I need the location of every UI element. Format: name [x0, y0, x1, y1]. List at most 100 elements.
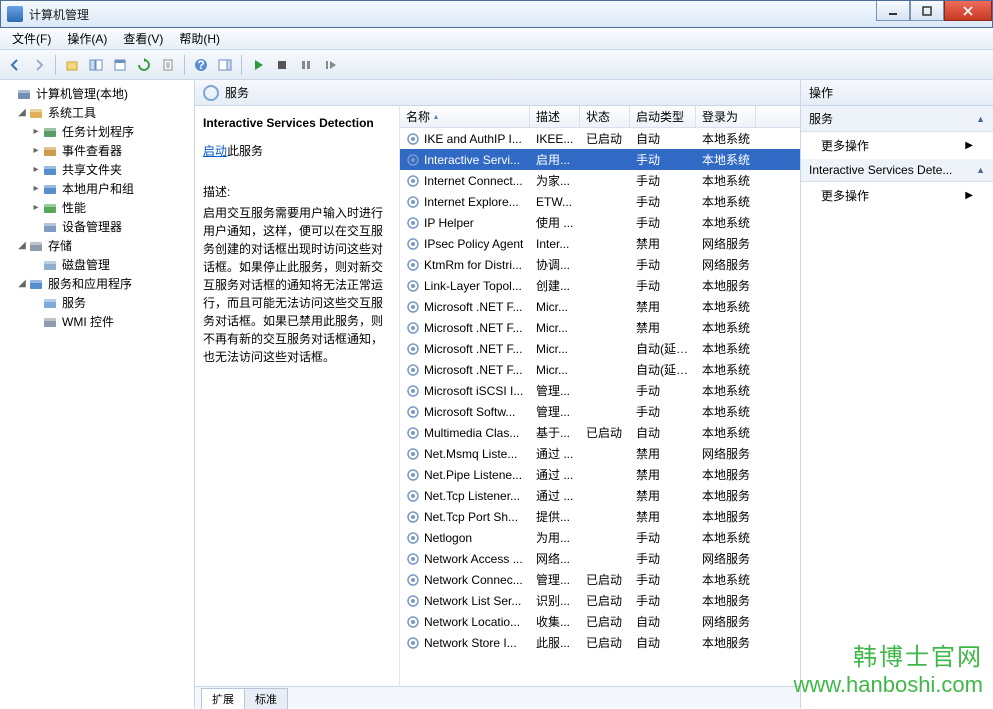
service-row[interactable]: Link-Layer Topol... 创建... 手动 本地服务 — [400, 275, 800, 296]
clock-icon — [42, 124, 58, 140]
action-item[interactable]: 更多操作▶ — [801, 132, 993, 159]
service-status — [580, 158, 630, 162]
service-desc: 通过 ... — [530, 485, 580, 506]
perf-icon — [42, 200, 58, 216]
service-logon: 本地系统 — [696, 191, 756, 212]
service-logon: 本地系统 — [696, 296, 756, 317]
service-row[interactable]: Interactive Servi... 启用... 手动 本地系统 — [400, 149, 800, 170]
service-row[interactable]: KtmRm for Distri... 协调... 手动 网络服务 — [400, 254, 800, 275]
stop-service-button[interactable] — [271, 54, 293, 76]
export-button[interactable] — [157, 54, 179, 76]
service-row[interactable]: Microsoft .NET F... Micr... 自动(延迟... 本地系… — [400, 338, 800, 359]
device-icon — [42, 219, 58, 235]
tree-item[interactable]: 磁盘管理 — [2, 255, 192, 274]
action-group-header[interactable]: 服务▲ — [801, 106, 993, 132]
service-row[interactable]: Net.Tcp Port Sh... 提供... 禁用 本地服务 — [400, 506, 800, 527]
refresh-button[interactable] — [133, 54, 155, 76]
service-row[interactable]: IP Helper 使用 ... 手动 本地系统 — [400, 212, 800, 233]
column-desc[interactable]: 描述 — [530, 106, 580, 127]
service-row[interactable]: Net.Pipe Listene... 通过 ... 禁用 本地服务 — [400, 464, 800, 485]
service-row[interactable]: Internet Explore... ETW... 手动 本地系统 — [400, 191, 800, 212]
service-row[interactable]: Network List Ser... 识别... 已启动 手动 本地服务 — [400, 590, 800, 611]
service-row[interactable]: Microsoft .NET F... Micr... 禁用 本地系统 — [400, 296, 800, 317]
service-logon: 网络服务 — [696, 611, 756, 632]
service-row[interactable]: Network Locatio... 收集... 已启动 自动 网络服务 — [400, 611, 800, 632]
service-row[interactable]: Microsoft iSCSI I... 管理... 手动 本地系统 — [400, 380, 800, 401]
services-rows[interactable]: IKE and AuthIP I... IKEE... 已启动 自动 本地系统 … — [400, 128, 800, 686]
column-logon[interactable]: 登录为 — [696, 106, 756, 127]
service-name: Network Locatio... — [424, 615, 520, 629]
column-name[interactable]: 名称 — [400, 106, 530, 127]
menu-help[interactable]: 帮助(H) — [173, 28, 226, 49]
computer-icon — [16, 86, 32, 102]
tree-group[interactable]: ◢存储 — [2, 236, 192, 255]
service-status — [580, 515, 630, 519]
restart-service-button[interactable] — [319, 54, 341, 76]
properties-button[interactable] — [109, 54, 131, 76]
service-row[interactable]: Multimedia Clas... 基于... 已启动 自动 本地系统 — [400, 422, 800, 443]
back-button[interactable] — [4, 54, 26, 76]
column-startup[interactable]: 启动类型 — [630, 106, 696, 127]
tab-standard[interactable]: 标准 — [244, 688, 288, 709]
up-button[interactable] — [61, 54, 83, 76]
close-button[interactable] — [944, 1, 992, 21]
service-logon: 本地系统 — [696, 422, 756, 443]
service-name: KtmRm for Distri... — [424, 258, 522, 272]
service-startup: 自动(延迟... — [630, 359, 696, 380]
tree-pane[interactable]: 计算机管理(本地)◢系统工具▸任务计划程序▸事件查看器▸共享文件夹▸本地用户和组… — [0, 80, 195, 708]
pause-service-button[interactable] — [295, 54, 317, 76]
service-startup: 手动 — [630, 170, 696, 191]
service-row[interactable]: Internet Connect... 为家... 手动 本地系统 — [400, 170, 800, 191]
tree-root[interactable]: 计算机管理(本地) — [2, 84, 192, 103]
tab-extended[interactable]: 扩展 — [201, 688, 245, 709]
action-pane-button[interactable] — [214, 54, 236, 76]
minimize-button[interactable] — [876, 1, 910, 21]
start-service-button[interactable] — [247, 54, 269, 76]
tree-item[interactable]: ▸本地用户和组 — [2, 179, 192, 198]
maximize-button[interactable] — [910, 1, 944, 21]
selected-service-title: Interactive Services Detection — [203, 116, 391, 130]
menu-view[interactable]: 查看(V) — [117, 28, 169, 49]
show-hide-tree-button[interactable] — [85, 54, 107, 76]
tree-item[interactable]: ▸性能 — [2, 198, 192, 217]
service-row[interactable]: IPsec Policy Agent Inter... 禁用 网络服务 — [400, 233, 800, 254]
service-row[interactable]: Microsoft Softw... 管理... 手动 本地系统 — [400, 401, 800, 422]
service-name: Microsoft Softw... — [424, 405, 515, 419]
service-logon: 本地服务 — [696, 464, 756, 485]
tree-item[interactable]: ▸事件查看器 — [2, 141, 192, 160]
tree-item[interactable]: WMI 控件 — [2, 312, 192, 331]
tree-item[interactable]: ▸共享文件夹 — [2, 160, 192, 179]
column-status[interactable]: 状态 — [580, 106, 630, 127]
bottom-tabs: 扩展 标准 — [195, 686, 800, 708]
tree-item[interactable]: 设备管理器 — [2, 217, 192, 236]
gear-icon — [406, 510, 420, 524]
tree-group[interactable]: ◢服务和应用程序 — [2, 274, 192, 293]
actions-body: 服务▲更多操作▶Interactive Services Dete...▲更多操… — [801, 106, 993, 209]
service-row[interactable]: Network Access ... 网络... 手动 网络服务 — [400, 548, 800, 569]
service-row[interactable]: Network Store I... 此服... 已启动 自动 本地服务 — [400, 632, 800, 653]
service-row[interactable]: Netlogon 为用... 手动 本地系统 — [400, 527, 800, 548]
start-service-link[interactable]: 启动 — [203, 144, 227, 158]
tree-item[interactable]: 服务 — [2, 293, 192, 312]
menu-action[interactable]: 操作(A) — [61, 28, 113, 49]
action-group-header[interactable]: Interactive Services Dete...▲ — [801, 159, 993, 182]
tree-group[interactable]: ◢系统工具 — [2, 103, 192, 122]
service-row[interactable]: Net.Tcp Listener... 通过 ... 禁用 本地服务 — [400, 485, 800, 506]
action-item[interactable]: 更多操作▶ — [801, 182, 993, 209]
service-row[interactable]: Network Connec... 管理... 已启动 手动 本地系统 — [400, 569, 800, 590]
gear-icon — [406, 300, 420, 314]
service-row[interactable]: Microsoft .NET F... Micr... 自动(延迟... 本地系… — [400, 359, 800, 380]
service-row[interactable]: Microsoft .NET F... Micr... 禁用 本地系统 — [400, 317, 800, 338]
toolbar: ? — [0, 50, 993, 80]
service-row[interactable]: Net.Msmq Liste... 通过 ... 禁用 网络服务 — [400, 443, 800, 464]
service-desc: Micr... — [530, 319, 580, 337]
service-name: Multimedia Clas... — [424, 426, 519, 440]
menu-file[interactable]: 文件(F) — [6, 28, 57, 49]
service-status: 已启动 — [580, 422, 630, 443]
help-button[interactable]: ? — [190, 54, 212, 76]
tree-item[interactable]: ▸任务计划程序 — [2, 122, 192, 141]
service-desc: 基于... — [530, 422, 580, 443]
forward-button[interactable] — [28, 54, 50, 76]
window-title: 计算机管理 — [29, 6, 876, 23]
service-row[interactable]: IKE and AuthIP I... IKEE... 已启动 自动 本地系统 — [400, 128, 800, 149]
